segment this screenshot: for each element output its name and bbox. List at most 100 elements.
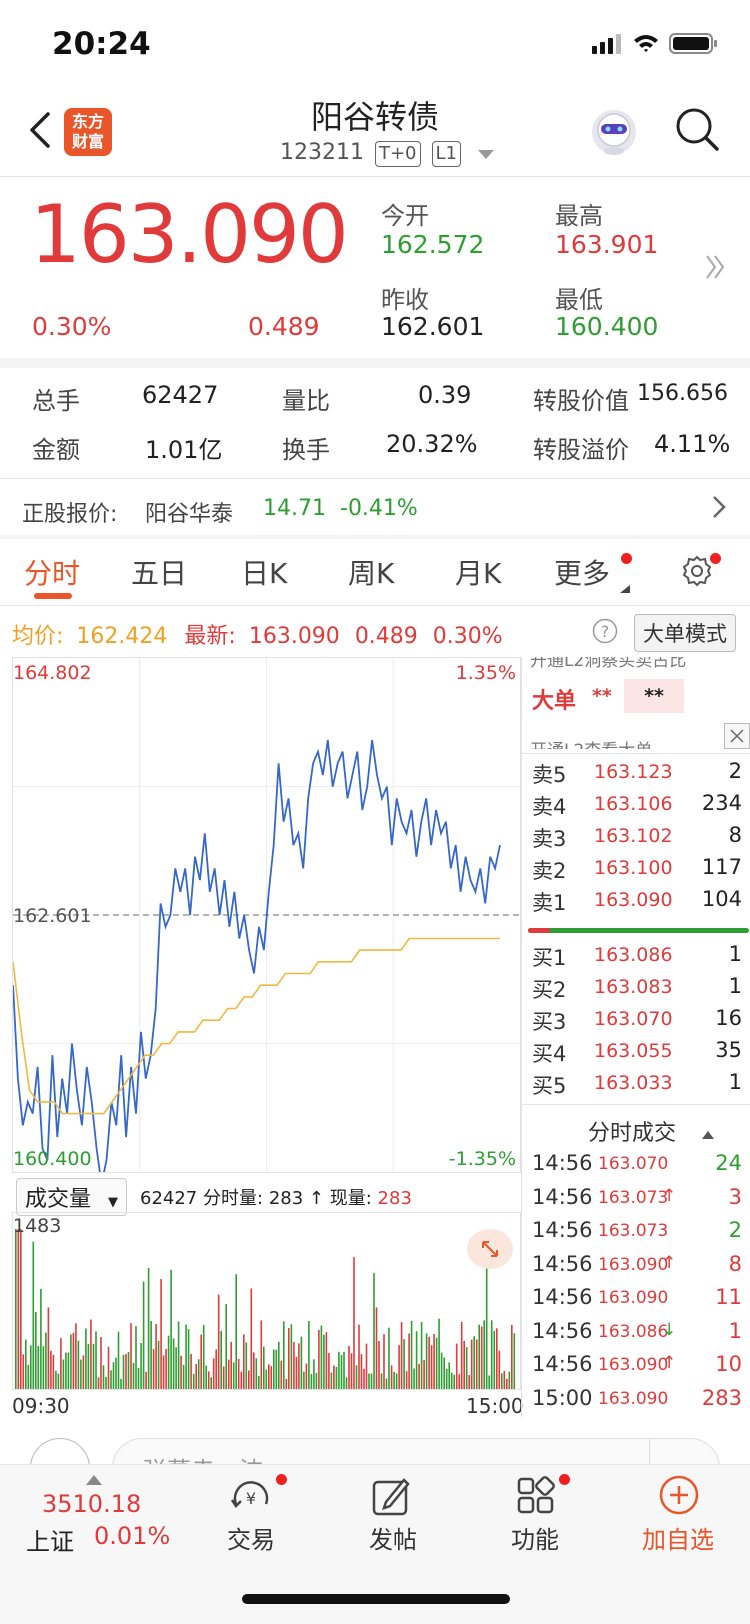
volume-bar: [105, 1376, 107, 1389]
danmaku-input[interactable]: 弹幕走一波: [112, 1438, 720, 1465]
volume-bar: [308, 1321, 310, 1389]
volume-bar: [57, 1373, 60, 1389]
volume-bar: [325, 1332, 328, 1389]
trade-list: 14:56 163.070 24 14:56 163.073 3 ↑ 14:56 163.073…: [522, 1147, 750, 1417]
current-volume: 283: [377, 1188, 412, 1209]
trade-volume: 3: [728, 1184, 742, 1209]
trade-row: 14:56 163.086 1 ↓: [522, 1315, 750, 1349]
volume-bar: [511, 1324, 513, 1389]
caret-up-icon[interactable]: [702, 1124, 714, 1143]
index-pct[interactable]: 0.01%: [94, 1522, 170, 1550]
l2-promo-text[interactable]: 开通L2洞察买卖占比: [530, 657, 750, 669]
volume-bar: [463, 1341, 465, 1389]
volume-bar: [162, 1355, 165, 1389]
trade-time: 15:00: [532, 1385, 593, 1410]
robot-avatar-icon[interactable]: [588, 106, 640, 162]
tab-more[interactable]: 更多: [554, 552, 610, 592]
volume-bar: [27, 1364, 30, 1389]
volume-bar: [275, 1349, 278, 1389]
close-icon[interactable]: [724, 723, 750, 749]
help-icon[interactable]: ?: [592, 618, 618, 648]
expand-right-icon[interactable]: [704, 252, 726, 286]
tab-weekly-k[interactable]: 周K: [348, 552, 394, 592]
nav-trade[interactable]: 交易: [176, 1520, 326, 1555]
volume-bar: [232, 1362, 235, 1389]
high-value: 163.901: [555, 230, 659, 259]
trade-price: 163.073: [598, 1221, 669, 1241]
big-order-mode-button[interactable]: 大单模式: [634, 614, 736, 652]
ask-volume: 117: [701, 855, 742, 879]
volume-bar: [22, 1354, 25, 1389]
apps-icon[interactable]: [516, 1476, 556, 1520]
index-name[interactable]: 上证: [26, 1522, 74, 1557]
bid-row: 买2 163.083 1: [522, 972, 750, 1005]
nav-add-watchlist[interactable]: 加自选: [603, 1520, 750, 1555]
volume-bar: [428, 1336, 430, 1389]
price-chart[interactable]: 164.802 1.35% 162.601 160.400 -1.35%: [12, 657, 521, 1173]
fullscreen-icon[interactable]: [467, 1229, 513, 1269]
trade-time: 14:56: [532, 1285, 593, 1309]
avg-price-line: [13, 937, 500, 1115]
volume-bar: [288, 1328, 290, 1389]
divider: [522, 1104, 750, 1105]
volume-chart[interactable]: 1483: [12, 1212, 521, 1390]
volume-bar: [438, 1318, 440, 1389]
volume-bar: [353, 1257, 355, 1389]
wifi-icon: [634, 35, 658, 52]
add-circle-icon[interactable]: [658, 1474, 700, 1520]
volume-bar: [333, 1365, 335, 1389]
volume-bar: [135, 1326, 137, 1389]
volume-bar: [137, 1367, 140, 1389]
volume-bar: [15, 1229, 17, 1389]
big-order-label: 大单: [532, 689, 577, 714]
high-label: 最高: [555, 202, 603, 230]
bid-row: 买3 163.070 16: [522, 1004, 750, 1037]
tab-five-day[interactable]: 五日: [131, 552, 187, 592]
latest-label: 最新:: [184, 624, 236, 649]
home-indicator: [242, 1594, 510, 1604]
dropdown-icon: ▼: [108, 1195, 119, 1210]
tab-monthly-k[interactable]: 月K: [455, 552, 501, 592]
volume-bar: [47, 1307, 50, 1389]
volume-label: 成交量: [25, 1187, 92, 1212]
trade-icon[interactable]: ¥: [228, 1476, 274, 1526]
tab-daily-k[interactable]: 日K: [241, 552, 287, 592]
volume-bar: [358, 1324, 360, 1389]
trade-volume: 283: [701, 1385, 742, 1410]
chart-info-row: 均价: 162.424 最新: 163.090 0.489 0.30%: [12, 618, 503, 650]
ask-volume: 2: [728, 759, 742, 783]
volume-bar: [305, 1363, 308, 1389]
notification-dot: [710, 553, 721, 564]
volume-selector[interactable]: 成交量 ▼: [16, 1178, 128, 1216]
index-value[interactable]: 3510.18: [42, 1490, 141, 1518]
volume-bar: [130, 1323, 132, 1389]
nav-post[interactable]: 发帖: [318, 1520, 468, 1555]
search-icon[interactable]: [674, 106, 720, 156]
nav-functions[interactable]: 功能: [460, 1520, 610, 1555]
volume-bar: [152, 1349, 155, 1389]
trades-title[interactable]: 分时成交: [588, 1115, 676, 1147]
trade-row: 14:56 163.073 2: [522, 1214, 750, 1248]
gear-icon[interactable]: [680, 554, 714, 592]
underlying-stock-row[interactable]: 正股报价: 阳谷华泰 14.71 -0.41%: [0, 479, 750, 535]
danmaku-placeholder: 弹幕走一波: [143, 1451, 263, 1465]
dropdown-icon[interactable]: [478, 141, 494, 166]
prev-close-value: 162.601: [381, 312, 485, 341]
notification-dot: [621, 553, 632, 564]
volume-bar: [17, 1229, 20, 1389]
volume-bar: [455, 1343, 458, 1389]
arrow-up-icon: ↑: [662, 1353, 677, 1373]
bid-label: 买3: [532, 1010, 567, 1034]
volume-bar: [235, 1274, 237, 1389]
post-icon[interactable]: [370, 1476, 412, 1522]
l2-promo-text-2[interactable]: 开通L2查看大单: [530, 737, 720, 749]
volume-bar: [285, 1378, 288, 1389]
volume-bar: [205, 1365, 207, 1389]
comment-toggle-icon[interactable]: [30, 1438, 90, 1465]
ask-row: 卖1 163.090 104: [522, 885, 750, 918]
tab-intraday[interactable]: 分时: [24, 552, 80, 592]
bid-price: 163.070: [594, 1008, 673, 1030]
price-line: [13, 739, 501, 1172]
volume-bar: [92, 1343, 95, 1389]
volume-bar: [468, 1375, 470, 1389]
